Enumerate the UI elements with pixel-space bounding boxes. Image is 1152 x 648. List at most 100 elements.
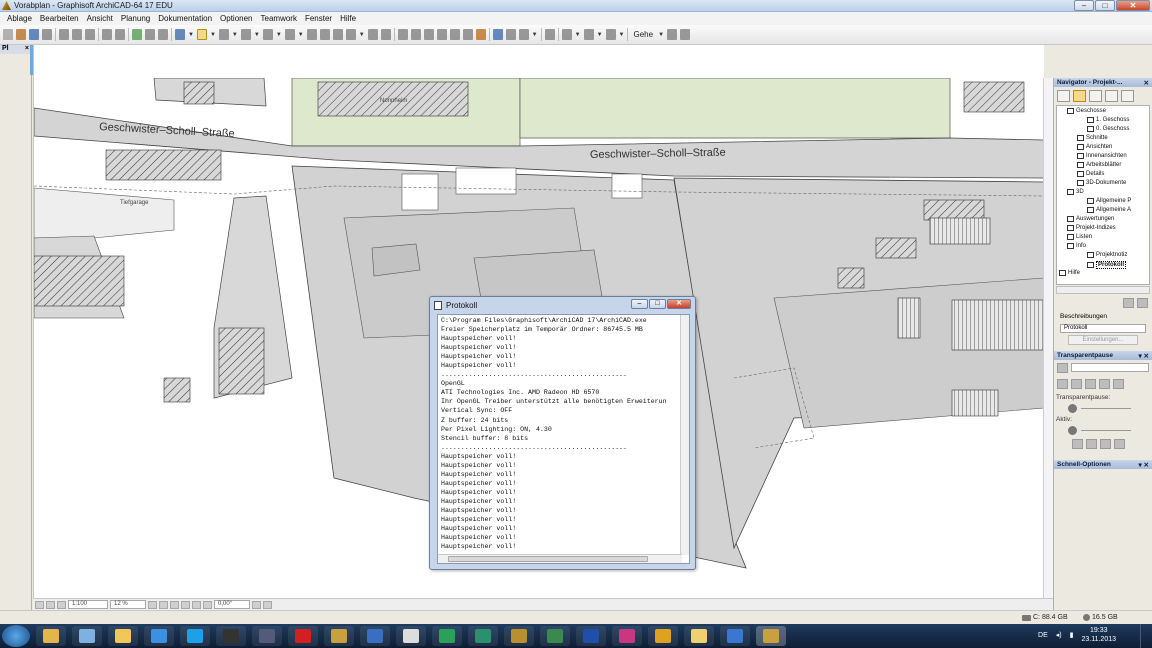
left-palette-close-button[interactable]: ×	[25, 45, 29, 54]
arrange-icon[interactable]	[518, 29, 529, 40]
dialog-maximize-button[interactable]: □	[649, 299, 666, 309]
zoom-in-icon[interactable]	[148, 600, 157, 609]
line-icon[interactable]	[380, 29, 391, 40]
zoom-fit-icon[interactable]	[170, 600, 179, 609]
navigator-layout-book-icon[interactable]	[1089, 90, 1102, 102]
fill-icon[interactable]	[306, 29, 317, 40]
trace-reset-icon[interactable]	[1113, 379, 1124, 389]
window-icon[interactable]	[605, 29, 616, 40]
taskbar-app-folder-2[interactable]	[684, 626, 714, 646]
close-icon[interactable]: ✕	[1144, 79, 1149, 87]
overlay-icon[interactable]	[1086, 439, 1097, 449]
trim-icon[interactable]	[345, 29, 356, 40]
copy-icon[interactable]	[72, 29, 82, 40]
scroll-left-icon[interactable]	[263, 600, 272, 609]
trace-reference-icon[interactable]	[1057, 363, 1068, 373]
log-text-area[interactable]: C:\Program Files\Graphisoft\ArchiCAD 17\…	[437, 314, 690, 564]
volume-icon[interactable]: ◂)	[1056, 631, 1062, 639]
chevron-down-icon[interactable]: ▼	[298, 32, 304, 38]
menu-bearbeiten[interactable]: Bearbeiten	[36, 14, 83, 23]
intersect-icon[interactable]	[462, 29, 473, 40]
tree-item-auswertungen[interactable]: Auswertungen	[1067, 216, 1114, 222]
zoom-out-icon[interactable]	[159, 600, 168, 609]
menu-ansicht[interactable]: Ansicht	[83, 14, 117, 23]
navigator-header[interactable]: Navigator - Projekt-... ✕	[1054, 78, 1152, 87]
taskbar-app-archicad-a[interactable]	[324, 626, 354, 646]
house-icon[interactable]	[475, 29, 486, 40]
taskbar-app-cinema[interactable]	[396, 626, 426, 646]
snap-icon[interactable]	[196, 29, 207, 40]
taskbar-app-camera[interactable]	[216, 626, 246, 646]
chevron-down-icon[interactable]: ▼	[575, 32, 581, 38]
chevron-down-icon[interactable]: ▼	[597, 32, 603, 38]
intensity-knob-icon[interactable]	[1068, 404, 1077, 413]
tree-item-protokoll[interactable]: Protokoll	[1087, 261, 1127, 269]
view-prev-icon[interactable]	[35, 600, 44, 609]
chevron-down-icon[interactable]: ▼	[658, 32, 664, 38]
tree-item-hilfe[interactable]: Hilfe	[1059, 270, 1080, 276]
close-view-icon[interactable]	[1137, 298, 1148, 308]
scroll-thumb[interactable]	[448, 556, 648, 562]
mirror-icon[interactable]	[397, 29, 408, 40]
tree-item-innenansichten[interactable]: Innenansichten	[1077, 153, 1127, 159]
tree-item-details[interactable]: Details	[1077, 171, 1104, 177]
menu-planung[interactable]: Planung	[117, 14, 154, 23]
save-icon[interactable]	[29, 29, 39, 40]
tree-item-3d-dokumente[interactable]: 3D-Dokumente	[1077, 180, 1126, 186]
scale-field[interactable]: 1:100	[68, 600, 108, 609]
split-view-icon[interactable]	[1100, 439, 1111, 449]
network-icon[interactable]: ▮	[1070, 631, 1074, 639]
ungroup-icon[interactable]	[505, 29, 516, 40]
reference-select[interactable]	[1071, 363, 1149, 372]
schnell-optionen-header[interactable]: Schnell-Optionen ▾ ✕	[1054, 460, 1152, 469]
tree-item-allgemeine-a[interactable]: Allgemeine A	[1087, 207, 1131, 213]
taskbar-app-sketchup[interactable]	[468, 626, 498, 646]
tree-item-ansichten[interactable]: Ansichten	[1077, 144, 1112, 150]
chevron-down-icon[interactable]: ▼	[254, 32, 260, 38]
tree-item-geschosse[interactable]: Geschosse	[1067, 108, 1106, 114]
group-icon[interactable]	[492, 29, 503, 40]
chevron-down-icon[interactable]: ▾ ✕	[1138, 461, 1149, 469]
tree-item-arbeitsblaetter[interactable]: Arbeitsblätter	[1077, 162, 1121, 168]
taskbar-app-archicad-b[interactable]	[504, 626, 534, 646]
cross-icon[interactable]	[332, 29, 343, 40]
navigator-publisher-icon[interactable]	[1105, 90, 1118, 102]
pick-up-icon[interactable]	[132, 29, 142, 40]
active-slider[interactable]	[1081, 430, 1131, 431]
menu-fenster[interactable]: Fenster	[301, 14, 336, 23]
clock[interactable]: 19:33 23.11.2013	[1081, 626, 1116, 644]
navigator-organizer-icon[interactable]	[1121, 90, 1134, 102]
zoom-previous-icon[interactable]	[181, 600, 190, 609]
taskbar-app-vectorworks[interactable]	[360, 626, 390, 646]
transparentpause-header[interactable]: Transparentpause ▾ ✕	[1054, 351, 1152, 360]
eyedropper-icon[interactable]	[158, 29, 168, 40]
menu-optionen[interactable]: Optionen	[216, 14, 256, 23]
tree-item-3d[interactable]: 3D	[1067, 189, 1084, 195]
tree-item-projektnotiz[interactable]: Projektnotiz	[1087, 252, 1127, 258]
hatch-icon[interactable]	[319, 29, 330, 40]
tree-item-geschoss-0[interactable]: 0. Geschoss	[1087, 126, 1129, 132]
grid-icon[interactable]	[218, 29, 229, 40]
close-button[interactable]: ✕	[1116, 0, 1150, 11]
menu-ablage[interactable]: Ablage	[3, 14, 36, 23]
trace-toggle-icon[interactable]	[1057, 379, 1068, 389]
view-name-field[interactable]: Protokoll	[1060, 324, 1146, 333]
taskbar-app-folder[interactable]	[108, 626, 138, 646]
layer-icon[interactable]	[262, 29, 273, 40]
offset-icon[interactable]	[423, 29, 434, 40]
taskbar-app-acrobat[interactable]	[288, 626, 318, 646]
tree-item-projekt-indizes[interactable]: Projekt-Indizes	[1067, 225, 1116, 231]
split-icon[interactable]	[436, 29, 447, 40]
gehe-button[interactable]: Gehe	[631, 30, 655, 39]
chevron-down-icon[interactable]: ▼	[188, 32, 194, 38]
taskbar-app-indesign[interactable]	[612, 626, 642, 646]
taskbar-app-chrome[interactable]	[648, 626, 678, 646]
new-file-icon[interactable]	[3, 29, 13, 40]
chevron-down-icon[interactable]: ▼	[276, 32, 282, 38]
dialog-minimize-button[interactable]: –	[631, 299, 648, 309]
beschreibungen-toggle[interactable]: Beschreibungen	[1054, 311, 1152, 322]
navigator-view-map-icon[interactable]	[1073, 90, 1086, 102]
orientation-icon[interactable]	[252, 600, 261, 609]
paste-icon[interactable]	[85, 29, 95, 40]
taskbar-app-explorer[interactable]	[36, 626, 66, 646]
